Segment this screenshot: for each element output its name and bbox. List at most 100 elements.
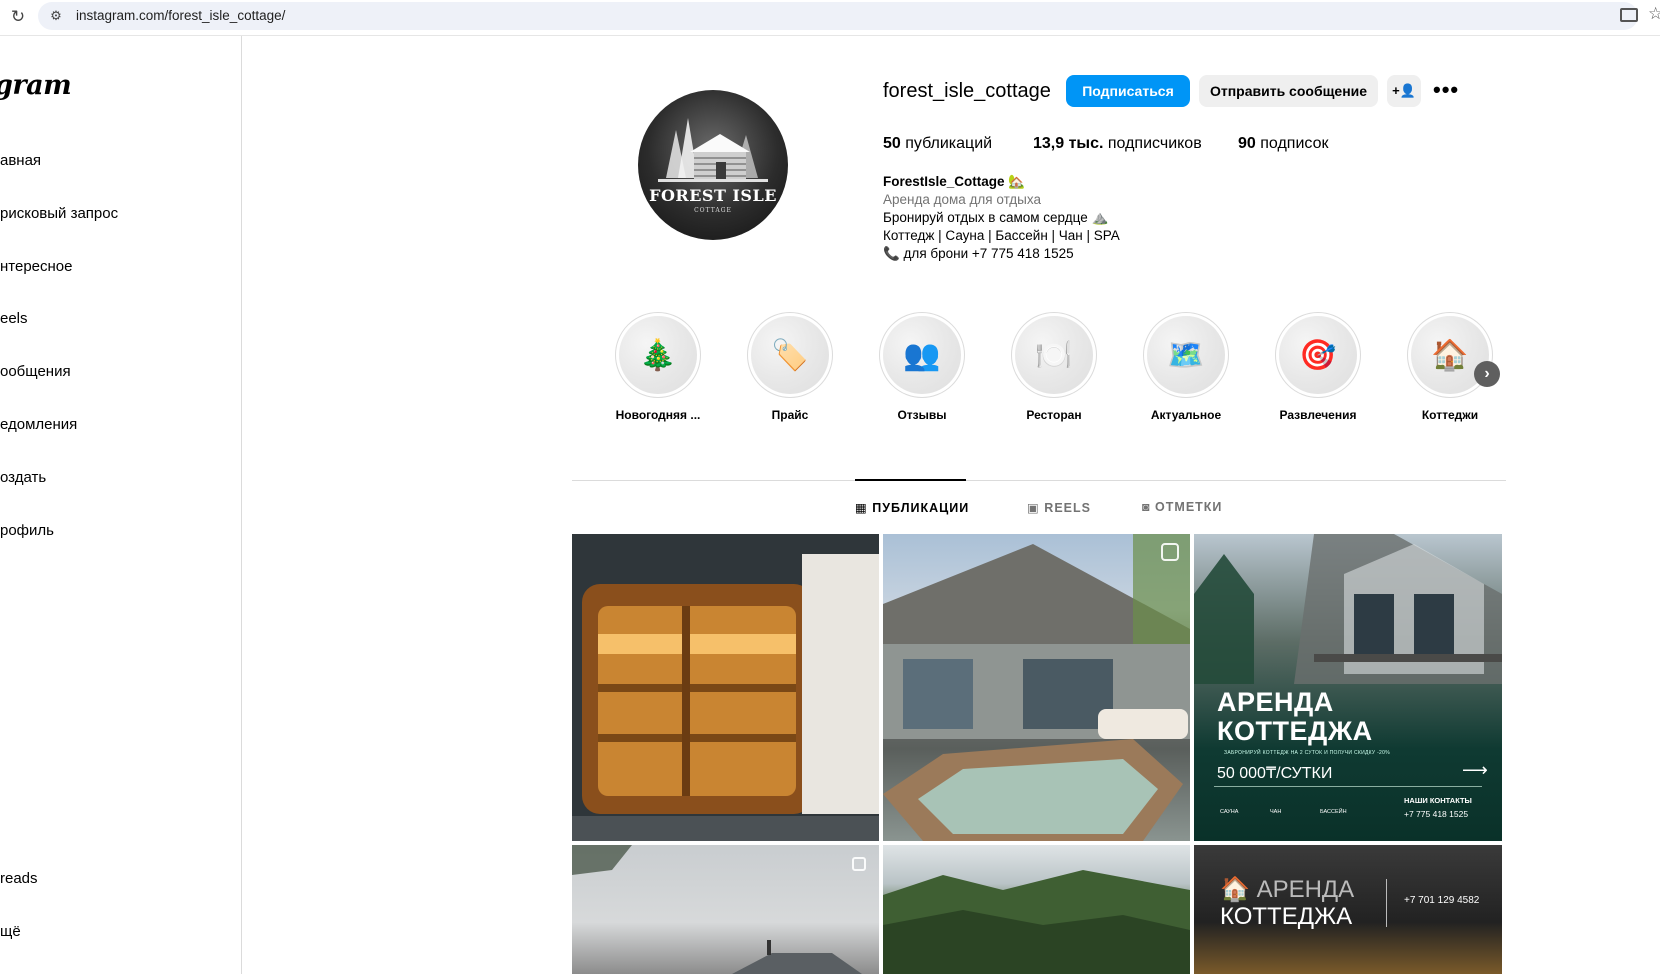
posts-count: 50 xyxy=(883,135,901,152)
sidebar-item-threads[interactable]: reads xyxy=(0,870,38,887)
forest-view-photo xyxy=(883,870,1190,974)
tabs-divider xyxy=(572,480,1506,481)
sidebar: gram авная рисковый запрос нтересное eel… xyxy=(0,36,242,974)
highlight-ring: 👥 xyxy=(879,312,965,398)
profile-avatar[interactable]: FOREST ISLE COTTAGE xyxy=(638,90,788,240)
highlight-label: Новогодняя ... xyxy=(615,408,701,422)
highlight-label: Ресторан xyxy=(1026,408,1082,422)
followers-count: 13,9 тыс. xyxy=(1033,135,1104,152)
follow-button[interactable]: Подписаться xyxy=(1066,75,1190,107)
ad2-title-line2: КОТТЕДЖА xyxy=(1220,903,1353,930)
add-user-icon[interactable]: +👤 xyxy=(1387,75,1421,107)
post-rent-cottage-night[interactable]: 🏠 АРЕНДА КОТТЕДЖА +7 701 129 4582 xyxy=(1194,845,1502,974)
ad-price: 50 000₸/СУТКИ xyxy=(1217,765,1333,782)
sidebar-item-search[interactable]: рисковый запрос xyxy=(0,205,118,222)
entertainment-icon: 🎯 xyxy=(1279,316,1357,394)
install-app-icon[interactable] xyxy=(1620,8,1638,22)
address-bar[interactable]: ⚙ instagram.com/forest_isle_cottage/ xyxy=(38,2,1638,30)
highlight-price[interactable]: 🏷️ Прайс xyxy=(747,312,833,422)
sidebar-item-profile[interactable]: рофиль xyxy=(0,522,54,539)
following-stat[interactable]: 90 подписок xyxy=(1238,135,1328,153)
followers-stat[interactable]: 13,9 тыс. подписчиков xyxy=(1033,135,1202,153)
highlight-ring: 🍽️ xyxy=(1011,312,1097,398)
grid-icon: ▦ xyxy=(855,501,868,515)
send-message-button[interactable]: Отправить сообщение xyxy=(1199,75,1378,107)
highlight-label: Прайс xyxy=(771,408,809,422)
browser-toolbar: ↻ ⚙ instagram.com/forest_isle_cottage/ ☆ xyxy=(0,0,1660,36)
highlight-ring: 🏷️ xyxy=(747,312,833,398)
highlight-actual[interactable]: 🗺️ Актуальное xyxy=(1143,312,1229,422)
sidebar-item-home[interactable]: авная xyxy=(0,152,41,169)
avatar-brand-title: FOREST ISLE xyxy=(649,186,777,205)
carousel-icon xyxy=(852,857,866,871)
bio-line: Бронируй отдых в самом сердце ⛰️ xyxy=(883,210,1109,225)
sidebar-item-notifications[interactable]: едомления xyxy=(0,416,77,433)
ad2-title-line1: 🏠 АРЕНДА xyxy=(1220,875,1354,904)
tagged-icon: ◙ xyxy=(1142,500,1151,514)
tab-tagged[interactable]: ◙ ОТМЕТКИ xyxy=(1142,500,1222,514)
tab-posts[interactable]: ▦ ПУБЛИКАЦИИ xyxy=(855,500,969,515)
highlight-restaurant[interactable]: 🍽️ Ресторан xyxy=(1011,312,1097,422)
ad-amenity-chan: ЧАН xyxy=(1270,809,1282,815)
sidebar-item-messages[interactable]: ообщения xyxy=(0,363,71,380)
highlight-ring: 🗺️ xyxy=(1143,312,1229,398)
following-count: 90 xyxy=(1238,135,1256,152)
ad-amenity-pool: БАССЕЙН xyxy=(1320,809,1347,815)
posts-stat: 50 публикаций xyxy=(883,135,992,153)
ad2-divider xyxy=(1386,879,1387,927)
highlight-label: Актуальное xyxy=(1150,408,1222,422)
arrow-right-icon: ⟶ xyxy=(1462,760,1488,780)
highlight-label: Коттеджи xyxy=(1421,408,1479,422)
tab-label: ПУБЛИКАЦИИ xyxy=(872,501,970,515)
tab-reels[interactable]: ▣ REELS xyxy=(1027,500,1091,515)
post-house-exterior[interactable] xyxy=(572,845,879,974)
ad2-title1-text: АРЕНДА xyxy=(1256,876,1355,903)
ad2-phone: +7 701 129 4582 xyxy=(1404,895,1480,906)
bio-line: Коттедж | Сауна | Бассейн | Чан | SPA xyxy=(883,228,1120,243)
post-forest-view[interactable] xyxy=(883,845,1190,974)
url-text[interactable]: instagram.com/forest_isle_cottage/ xyxy=(76,8,285,23)
bio-category: Аренда дома для отдыха xyxy=(883,192,1041,207)
highlight-new-year[interactable]: 🎄 Новогодняя ... xyxy=(615,312,701,422)
profile-username: forest_isle_cottage xyxy=(883,80,1051,102)
tab-label: ОТМЕТКИ xyxy=(1155,500,1223,514)
bookmark-star-icon[interactable]: ☆ xyxy=(1648,4,1660,24)
ad-amenity-sauna: САУНА xyxy=(1220,809,1239,815)
highlight-reviews[interactable]: 👥 Отзывы xyxy=(879,312,965,422)
sidebar-item-reels[interactable]: eels xyxy=(0,310,28,327)
people-icon: 👥 xyxy=(883,316,961,394)
cottage-terrace-photo xyxy=(883,534,1190,841)
bio-line-phone: 📞 для брони +7 775 418 1525 xyxy=(883,246,1074,261)
sauna-photo xyxy=(572,534,879,841)
ad-promo-text: ЗАБРОНИРУЙ КОТТЕДЖ НА 2 СУТОК И ПОЛУЧИ С… xyxy=(1224,750,1390,756)
more-options-icon[interactable]: ••• xyxy=(1433,77,1459,103)
highlight-ring: 🎄 xyxy=(615,312,701,398)
sidebar-item-create[interactable]: оздать xyxy=(0,469,46,486)
ad-phone: +7 775 418 1525 xyxy=(1404,809,1469,819)
ad-divider xyxy=(1214,786,1482,787)
tab-label: REELS xyxy=(1044,501,1091,515)
house-exterior-photo xyxy=(572,845,862,974)
site-settings-icon[interactable]: ⚙ xyxy=(48,8,64,24)
active-tab-indicator xyxy=(855,479,966,481)
post-sauna[interactable] xyxy=(572,534,879,841)
map-icon: 🗺️ xyxy=(1147,316,1225,394)
sidebar-item-more[interactable]: щё xyxy=(0,923,21,940)
followers-label: подписчиков xyxy=(1103,135,1202,152)
ad-title-text: АРЕНДА КОТТЕДЖА xyxy=(1217,687,1373,746)
christmas-tree-icon: 🎄 xyxy=(619,316,697,394)
chevron-right-icon[interactable]: › xyxy=(1474,361,1500,387)
following-label: подписок xyxy=(1255,135,1329,152)
highlight-label: Развлечения xyxy=(1279,408,1357,422)
ad-contacts-label: НАШИ КОНТАКТЫ xyxy=(1404,796,1472,805)
avatar-illustration xyxy=(658,118,768,182)
highlight-ring: 🎯 xyxy=(1275,312,1361,398)
instagram-logo[interactable]: gram xyxy=(0,70,72,101)
highlight-entertainment[interactable]: 🎯 Развлечения xyxy=(1275,312,1361,422)
post-rent-cottage-ad[interactable]: АРЕНДА КОТТЕДЖА ЗАБРОНИРУЙ КОТТЕДЖ НА 2 … xyxy=(1194,534,1502,841)
post-cottage-terrace[interactable] xyxy=(883,534,1190,841)
sidebar-item-explore[interactable]: нтересное xyxy=(0,258,72,275)
avatar-brand-subtitle: COTTAGE xyxy=(694,207,732,214)
reload-icon[interactable]: ↻ xyxy=(8,7,28,27)
price-tag-icon: 🏷️ xyxy=(751,316,829,394)
